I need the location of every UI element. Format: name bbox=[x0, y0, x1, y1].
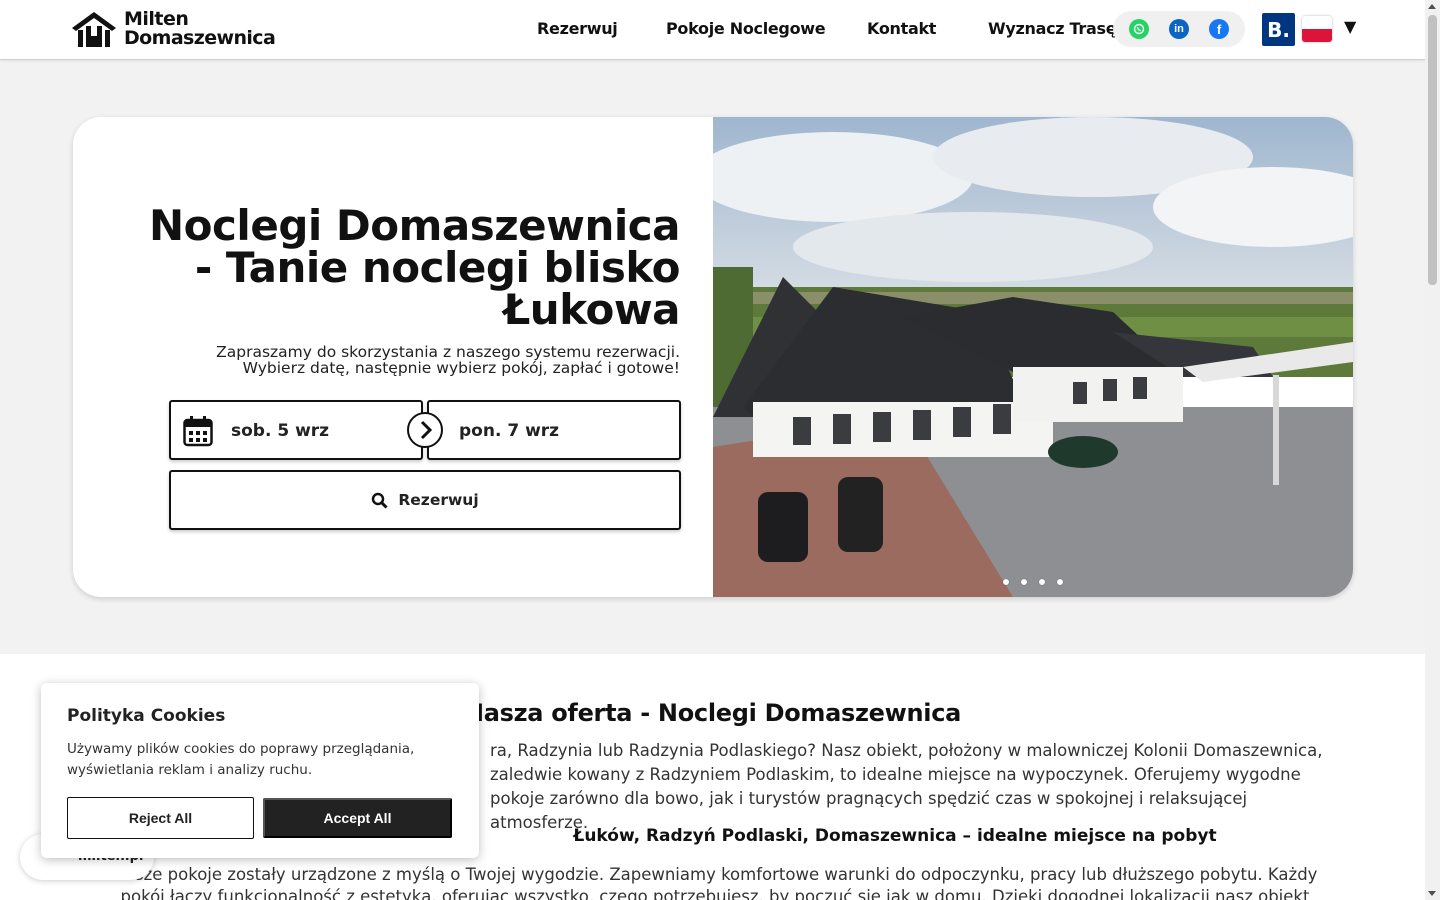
facebook-icon[interactable]: f bbox=[1209, 19, 1229, 39]
calendar-icon bbox=[183, 416, 213, 447]
site-header: Milten Domaszewnica Rezerwuj Pokoje Nocl… bbox=[0, 0, 1425, 60]
pl-flag-icon[interactable] bbox=[1302, 16, 1332, 42]
checkin-date-field[interactable]: sob. 5 wrz bbox=[169, 400, 423, 460]
logo-line2: Domaszewnica bbox=[124, 27, 276, 49]
social-links: in f bbox=[1113, 11, 1245, 47]
cookie-title: Polityka Cookies bbox=[67, 706, 226, 726]
checkin-date-value: sob. 5 wrz bbox=[231, 421, 330, 441]
chevron-right-icon bbox=[407, 412, 443, 448]
page-title: Noclegi Domaszewnica - Tanie noclegi bli… bbox=[149, 201, 680, 334]
checkout-date-field[interactable]: pon. 7 wrz bbox=[427, 400, 681, 460]
slider-dot[interactable] bbox=[1039, 579, 1045, 585]
book-button[interactable]: Rezerwuj bbox=[169, 470, 681, 530]
slider-dot[interactable] bbox=[1021, 579, 1027, 585]
site-logo[interactable]: Milten Domaszewnica bbox=[70, 10, 276, 49]
offer-paragraph-2: Nasze pokoje zostały urządzone z myślą o… bbox=[113, 865, 1318, 900]
house-logo-icon bbox=[72, 12, 116, 47]
scroll-thumb[interactable] bbox=[1428, 15, 1437, 285]
cookie-banner: Polityka Cookies Używamy plików cookies … bbox=[41, 683, 479, 858]
slider-dot[interactable] bbox=[1057, 579, 1063, 585]
guesthouse-photo bbox=[713, 117, 1353, 597]
book-button-label: Rezerwuj bbox=[398, 491, 479, 509]
slider-dot[interactable] bbox=[1003, 579, 1009, 585]
nav-kontakt[interactable]: Kontakt bbox=[867, 19, 936, 38]
nav-pokoje[interactable]: Pokoje Noclegowe bbox=[666, 19, 826, 38]
cookie-text: Używamy plików cookies do poprawy przegl… bbox=[67, 741, 415, 778]
nav-trasa[interactable]: Wyznacz Trasę bbox=[988, 19, 1117, 38]
hero-subtitle: Zapraszamy do skorzystania z naszego sys… bbox=[216, 343, 680, 377]
accept-all-button[interactable]: Accept All bbox=[263, 798, 452, 838]
language-dropdown-caret[interactable]: ▼ bbox=[1344, 17, 1356, 36]
page-scrollbar[interactable] bbox=[1425, 0, 1440, 900]
search-icon bbox=[372, 492, 388, 509]
linkedin-icon[interactable]: in bbox=[1169, 19, 1189, 39]
whatsapp-icon[interactable] bbox=[1129, 19, 1149, 39]
slider-dots bbox=[1003, 579, 1075, 585]
hero-booking-panel: Noclegi Domaszewnica - Tanie noclegi bli… bbox=[73, 117, 713, 597]
reject-all-button[interactable]: Reject All bbox=[67, 797, 254, 839]
scroll-up-arrow-icon[interactable] bbox=[1428, 4, 1436, 9]
booking-com-button[interactable]: B. bbox=[1262, 13, 1295, 46]
checkout-date-value: pon. 7 wrz bbox=[459, 421, 560, 441]
hero-card: Noclegi Domaszewnica - Tanie noclegi bli… bbox=[73, 117, 1353, 597]
nav-rezerwuj[interactable]: Rezerwuj bbox=[537, 19, 618, 38]
scroll-down-arrow-icon[interactable] bbox=[1428, 891, 1436, 896]
hero-photo-slider[interactable] bbox=[713, 117, 1353, 597]
